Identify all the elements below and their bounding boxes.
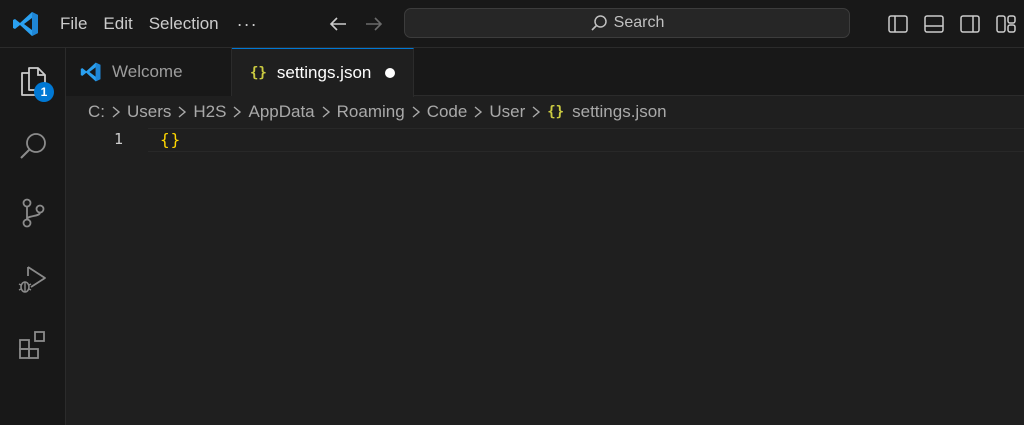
- line-number: 1: [114, 130, 124, 148]
- tab-label: Welcome: [112, 62, 183, 81]
- toggle-secondary-sidebar-icon[interactable]: [959, 13, 981, 35]
- back-arrow-icon[interactable]: [326, 12, 350, 36]
- vscode-logo-icon: [13, 12, 38, 36]
- activity-bar: 1: [0, 48, 66, 425]
- unsaved-changes-dot-icon[interactable]: [385, 68, 396, 78]
- forward-arrow-icon[interactable]: [362, 12, 386, 36]
- breadcrumb-item[interactable]: Roaming: [337, 102, 405, 122]
- breadcrumb-file[interactable]: settings.json: [572, 102, 667, 122]
- chevron-right-icon: [234, 106, 242, 118]
- current-line-highlight: [148, 128, 1024, 152]
- menu-file[interactable]: File: [52, 9, 95, 39]
- chevron-right-icon: [178, 106, 187, 118]
- breadcrumb-item[interactable]: Code: [427, 102, 468, 122]
- extensions-icon: [19, 331, 45, 359]
- editor-tab-bar: Welcome {} settings.json: [66, 48, 1024, 97]
- run-debug-icon: [18, 266, 46, 293]
- source-control-icon: [22, 198, 45, 228]
- toggle-primary-sidebar-icon[interactable]: [887, 13, 909, 35]
- search-label: Search: [613, 14, 665, 31]
- menu-more-button[interactable]: ···: [227, 9, 268, 39]
- tab-label: settings.json: [276, 63, 372, 82]
- layout-controls: [880, 0, 1024, 48]
- explorer-button[interactable]: 1: [0, 48, 66, 114]
- search-view-button[interactable]: [0, 114, 66, 180]
- json-braces-icon: {}: [547, 104, 565, 120]
- chevron-right-icon: [412, 106, 420, 118]
- breadcrumb-item[interactable]: C:: [88, 102, 105, 122]
- tab-welcome[interactable]: Welcome: [66, 48, 232, 96]
- json-braces-icon: {}: [250, 65, 267, 81]
- breadcrumb-item[interactable]: H2S: [193, 102, 226, 122]
- chevron-right-icon: [532, 106, 541, 118]
- chevron-right-icon: [474, 106, 483, 118]
- tab-settings-json[interactable]: {} settings.json: [232, 48, 414, 97]
- menu-selection[interactable]: Selection: [141, 9, 227, 39]
- breadcrumb-item[interactable]: AppData: [248, 102, 314, 122]
- code-line[interactable]: {}: [160, 130, 181, 149]
- chevron-right-icon: [322, 106, 330, 118]
- code-editor[interactable]: 1 {}: [66, 128, 1024, 425]
- menu-bar: File Edit Selection ···: [52, 0, 268, 48]
- source-control-button[interactable]: [0, 180, 66, 246]
- search-icon: [20, 133, 46, 159]
- menu-edit[interactable]: Edit: [95, 9, 140, 39]
- breadcrumb: C: Users H2S AppData Roaming Code User {…: [88, 100, 667, 124]
- toggle-panel-icon[interactable]: [923, 13, 945, 35]
- vscode-logo-icon: [80, 62, 101, 82]
- explorer-badge: 1: [34, 82, 54, 102]
- breadcrumb-item[interactable]: User: [489, 102, 525, 122]
- run-and-debug-button[interactable]: [0, 246, 66, 312]
- vscode-window: File Edit Selection ··· Search 1 Welcome…: [0, 0, 1024, 425]
- breadcrumb-item[interactable]: Users: [127, 102, 171, 122]
- search-icon: [591, 15, 607, 31]
- customize-layout-icon[interactable]: [995, 13, 1017, 35]
- code-text: {}: [160, 130, 182, 149]
- chevron-right-icon: [112, 106, 121, 118]
- title-bar: File Edit Selection ··· Search: [0, 0, 1024, 48]
- command-center-search[interactable]: Search: [404, 8, 850, 38]
- extensions-button[interactable]: [0, 312, 66, 378]
